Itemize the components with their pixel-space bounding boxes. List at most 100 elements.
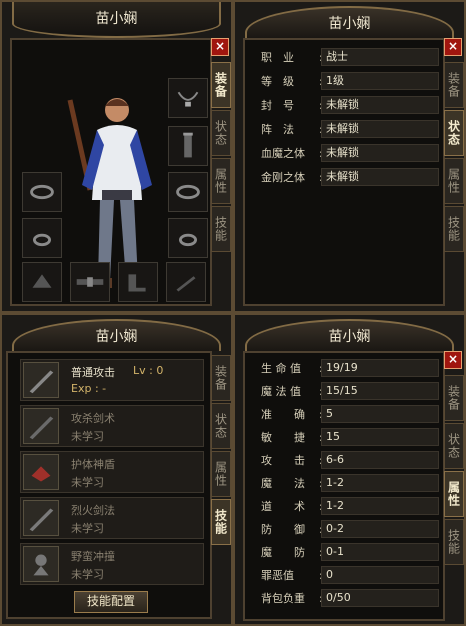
status-area: 职 业: 战士 等 级: 1级 封 号: 未解锁 阵 法: 未解锁 血魔之体: … — [243, 38, 445, 306]
ring-left-slot[interactable] — [22, 218, 62, 258]
charge-icon — [23, 546, 59, 582]
attr-row: 攻 击: 6-6 — [261, 449, 439, 471]
attr-value: 5 — [321, 405, 439, 423]
tab-attributes[interactable]: 属性 — [211, 158, 231, 204]
info-row: 等 级: 1级 — [261, 70, 439, 92]
gem-slot[interactable] — [22, 262, 62, 302]
close-button[interactable]: × — [444, 38, 462, 56]
necklace-slot[interactable] — [168, 78, 208, 118]
skill-name: 攻杀剑术 — [71, 412, 115, 425]
charm-slot[interactable] — [166, 262, 206, 302]
helmet-icon — [32, 274, 52, 288]
tab-equipment[interactable]: 装备 — [444, 375, 464, 421]
attr-label: 背包负重 — [261, 592, 305, 605]
tab-skills[interactable]: 技能 — [444, 206, 464, 252]
skill-config-button[interactable]: 技能配置 — [74, 591, 148, 613]
belt-icon — [76, 277, 104, 287]
tab-bar: 装备 状态 属性 技能 — [211, 355, 231, 547]
skill-level: Lv : 0 — [133, 364, 164, 377]
tab-attributes[interactable]: 属性 — [211, 451, 231, 497]
attr-value: 0-1 — [321, 543, 439, 561]
attr-label: 魔 法 值 — [261, 385, 301, 398]
info-label: 等 级 — [261, 75, 294, 88]
attr-value: 1-2 — [321, 497, 439, 515]
boots-slot[interactable] — [118, 262, 158, 302]
tab-skills[interactable]: 技能 — [444, 519, 464, 565]
skill-status: 未学习 — [71, 522, 104, 535]
info-row: 封 号: 未解锁 — [261, 94, 439, 116]
attr-value: 0-2 — [321, 520, 439, 538]
tab-status[interactable]: 状态 — [444, 110, 464, 156]
status-panel: 苗小娴 职 业: 战士 等 级: 1级 封 号: 未解锁 阵 法: 未解锁 血魔… — [233, 0, 466, 313]
attr-label: 魔 防 — [261, 546, 305, 559]
tab-skills[interactable]: 技能 — [211, 499, 231, 545]
tab-status[interactable]: 状态 — [211, 110, 231, 156]
equipment-panel: 苗小娴 × 装备 状态 属性 技能 — [0, 0, 233, 313]
attr-label: 道 术 — [261, 500, 305, 513]
bracelet-left-slot[interactable] — [22, 172, 62, 212]
info-row: 职 业: 战士 — [261, 46, 439, 68]
bracelet-icon — [30, 184, 54, 200]
attr-value: 15/15 — [321, 382, 439, 400]
attr-label: 魔 法 — [261, 477, 305, 490]
skill-item[interactable]: 护体神盾 未学习 — [20, 451, 204, 493]
info-label: 阵 法 — [261, 123, 294, 136]
attr-label: 生 命 值 — [261, 362, 301, 375]
info-value: 未解锁 — [321, 144, 439, 162]
skill-item[interactable]: 烈火剑法 未学习 — [20, 497, 204, 539]
attr-row: 准 确: 5 — [261, 403, 439, 425]
info-row: 金刚之体: 未解锁 — [261, 166, 439, 188]
close-button[interactable]: × — [211, 38, 229, 56]
belt-slot[interactable] — [70, 262, 110, 302]
attr-row: 生 命 值: 19/19 — [261, 357, 439, 379]
ring-icon — [178, 233, 198, 247]
necklace-icon — [177, 91, 199, 107]
sword-icon — [176, 276, 196, 292]
skill-item[interactable]: 攻杀剑术 未学习 — [20, 405, 204, 447]
info-value: 未解锁 — [321, 96, 439, 114]
attr-value: 1-2 — [321, 474, 439, 492]
attr-label: 攻 击 — [261, 454, 305, 467]
skill-name: 普通攻击 — [71, 366, 115, 379]
attr-row: 背包负重: 0/50 — [261, 587, 439, 609]
attr-label: 防 御 — [261, 523, 305, 536]
tab-equipment[interactable]: 装备 — [444, 62, 464, 108]
skill-exp: Exp : - — [71, 382, 107, 395]
ring-right-slot[interactable] — [168, 218, 208, 258]
tab-status[interactable]: 状态 — [444, 423, 464, 469]
medal-slot[interactable] — [168, 126, 208, 166]
info-row: 血魔之体: 未解锁 — [261, 142, 439, 164]
tab-attributes[interactable]: 属性 — [444, 471, 464, 517]
equipment-area — [10, 38, 212, 306]
tab-bar: 装备 状态 属性 技能 — [211, 62, 231, 254]
fire-sword-icon — [23, 500, 59, 536]
attr-row: 罪恶值: 0 — [261, 564, 439, 586]
tab-skills[interactable]: 技能 — [211, 206, 231, 252]
info-label: 金刚之体 — [261, 171, 305, 184]
panel-title: 苗小娴 — [245, 319, 454, 351]
info-label: 封 号 — [261, 99, 294, 112]
attr-label: 准 确 — [261, 408, 305, 421]
close-button[interactable]: × — [444, 351, 462, 369]
shield-icon — [23, 454, 59, 490]
skill-item[interactable]: 普通攻击 Lv : 0 Exp : - — [20, 359, 204, 401]
skill-item[interactable]: 野蛮冲撞 未学习 — [20, 543, 204, 585]
tab-status[interactable]: 状态 — [211, 403, 231, 449]
bracelet-right-slot[interactable] — [168, 172, 208, 212]
skill-name: 野蛮冲撞 — [71, 550, 115, 563]
tab-equipment[interactable]: 装备 — [211, 62, 231, 108]
tab-bar: 装备 状态 属性 技能 — [444, 62, 464, 254]
attr-row: 魔 法 值: 15/15 — [261, 380, 439, 402]
bottle-icon — [183, 132, 193, 158]
skill-status: 未学习 — [71, 476, 104, 489]
tab-bar: 装备 状态 属性 技能 — [444, 375, 464, 567]
attr-label: 敏 捷 — [261, 431, 305, 444]
info-value: 未解锁 — [321, 120, 439, 138]
info-value: 未解锁 — [321, 168, 439, 186]
tab-equipment[interactable]: 装备 — [211, 355, 231, 401]
panel-title: 苗小娴 — [245, 6, 454, 38]
sword-icon — [23, 362, 59, 398]
info-label: 血魔之体 — [261, 147, 305, 160]
panel-title: 苗小娴 — [12, 2, 221, 38]
tab-attributes[interactable]: 属性 — [444, 158, 464, 204]
